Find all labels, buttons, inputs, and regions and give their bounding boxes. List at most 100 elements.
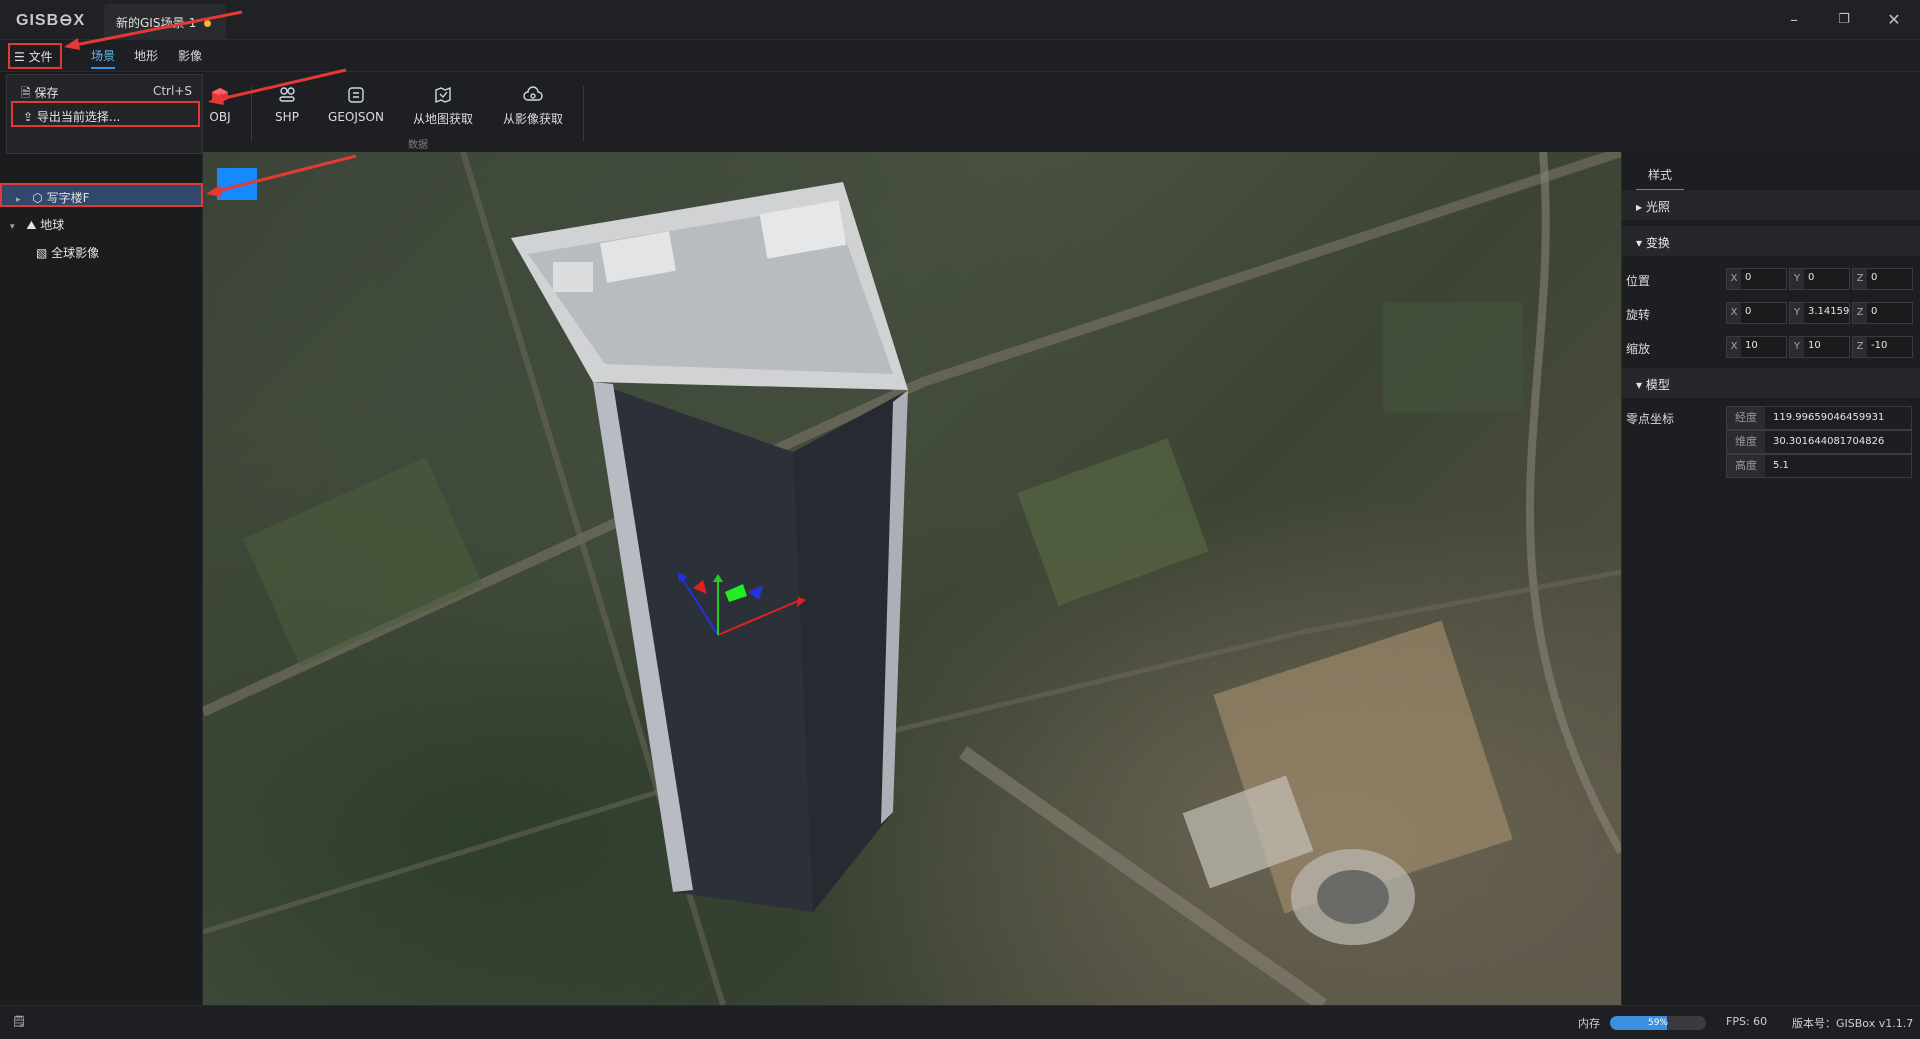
- origin-label: 零点坐标: [1626, 412, 1675, 426]
- scale-x-value: 10: [1745, 340, 1758, 351]
- imagery-icon: ▧: [36, 246, 48, 260]
- section-transform-label: 变换: [1645, 236, 1670, 250]
- document-tab-title: 新的GIS场景-1: [116, 16, 197, 30]
- position-z-value: 0: [1871, 272, 1878, 283]
- latitude-label: 维度: [1727, 431, 1765, 453]
- tab-style[interactable]: 样式: [1636, 158, 1685, 191]
- axis-x-label: X: [1727, 303, 1741, 323]
- status-bar: 🗒 内存 59% FPS: 60 版本号：GISBox v1.1.7: [0, 1005, 1920, 1039]
- image-fetch-label: 从影像获取: [502, 112, 563, 126]
- scale-y-field[interactable]: Y 10: [1789, 336, 1850, 358]
- scale-z-field[interactable]: Z -10: [1852, 336, 1913, 358]
- terrain-icon: ⛰: [26, 218, 37, 232]
- minimize-icon[interactable]: –: [1782, 8, 1806, 32]
- obj-button[interactable]: OBJ: [205, 86, 235, 124]
- 3d-viewport[interactable]: [203, 152, 1621, 1005]
- chevron-down-icon[interactable]: ▾: [10, 222, 15, 232]
- memory-label: 内存: [1578, 1017, 1600, 1030]
- tree-item-imagery[interactable]: ▧ 全球影像: [0, 240, 203, 264]
- memory-progress: 59%: [1610, 1016, 1706, 1030]
- shape-icon: [279, 87, 295, 102]
- unsaved-dot-icon: [204, 20, 212, 27]
- version-label: 版本号：GISBox v1.1.7: [1792, 1017, 1914, 1030]
- obj-label: OBJ: [209, 110, 231, 124]
- file-menu-label: 文件: [28, 50, 53, 64]
- rotation-label: 旋转: [1626, 308, 1651, 322]
- position-x-value: 0: [1745, 272, 1752, 283]
- tree-item-earth[interactable]: ▾ ⛰ 地球: [0, 212, 203, 236]
- document-tab[interactable]: 新的GIS场景-1: [104, 4, 226, 40]
- menu-item-save-label: 保存: [34, 86, 59, 100]
- image-fetch-button[interactable]: 从影像获取: [500, 86, 566, 127]
- axis-z-label: Z: [1853, 303, 1867, 323]
- restore-icon[interactable]: ❐: [1832, 8, 1856, 32]
- axis-y-label: Y: [1790, 269, 1804, 289]
- height-value: 5.1: [1773, 460, 1789, 471]
- export-icon: ⇪: [23, 110, 34, 124]
- section-model-header[interactable]: ▾ 模型: [1622, 368, 1920, 398]
- file-menu-button[interactable]: ☰ 文件: [8, 43, 62, 69]
- save-icon: 🗎: [21, 86, 31, 100]
- chevron-down-icon: ▾: [1636, 378, 1643, 392]
- tab-terrain[interactable]: 地形: [134, 47, 158, 64]
- chevron-down-icon: ▾: [1636, 236, 1643, 250]
- close-icon[interactable]: ✕: [1882, 8, 1906, 32]
- ribbon-divider: [583, 86, 584, 142]
- menu-item-export-selection[interactable]: ⇪ 导出当前选择...: [11, 101, 200, 127]
- chevron-right-icon[interactable]: ▸: [16, 195, 21, 205]
- cube-icon: [212, 88, 228, 103]
- position-y-value: 0: [1808, 272, 1815, 283]
- axis-x-label: X: [1727, 269, 1741, 289]
- app-logo: GISB⊖X: [16, 12, 86, 29]
- axis-z-label: Z: [1853, 337, 1867, 357]
- rotation-z-value: 0: [1871, 306, 1878, 317]
- rotation-y-field[interactable]: Y 3.14159: [1789, 302, 1850, 324]
- menu-bar: ☰ 文件 场景 地形 影像: [0, 40, 1920, 72]
- position-z-field[interactable]: Z0: [1852, 268, 1913, 290]
- section-lighting-label: 光照: [1645, 200, 1670, 214]
- longitude-field[interactable]: 经度 119.99659046459931: [1726, 406, 1912, 430]
- latitude-field[interactable]: 维度 30.301644081704826: [1726, 430, 1912, 454]
- shp-button[interactable]: SHP: [270, 86, 304, 124]
- tree-item-earth-label: 地球: [40, 218, 65, 232]
- height-field[interactable]: 高度 5.1: [1726, 454, 1912, 478]
- axis-x-label: X: [1727, 337, 1741, 357]
- position-x-field[interactable]: X0: [1726, 268, 1787, 290]
- chevron-right-icon: ▸: [1636, 200, 1643, 214]
- geojson-button[interactable]: GEOJSON: [325, 86, 387, 124]
- menu-item-export-label: 导出当前选择...: [36, 110, 121, 124]
- cube-outline-icon: ⬡: [32, 191, 43, 205]
- tab-imagery[interactable]: 影像: [178, 47, 202, 64]
- tab-scene[interactable]: 场景: [91, 47, 116, 69]
- file-dropdown-menu: 🗎 保存 Ctrl+S ⇪ 导出当前选择...: [6, 74, 203, 154]
- section-model-label: 模型: [1645, 378, 1670, 392]
- map-fetch-button[interactable]: 从地图获取: [410, 86, 476, 127]
- position-y-field[interactable]: Y0: [1789, 268, 1850, 290]
- rotation-x-value: 0: [1745, 306, 1752, 317]
- scene-tree-panel: [0, 152, 203, 1005]
- longitude-label: 经度: [1727, 407, 1765, 429]
- longitude-value: 119.99659046459931: [1773, 412, 1885, 423]
- scale-z-value: -10: [1871, 340, 1888, 351]
- rotation-x-field[interactable]: X0: [1726, 302, 1787, 324]
- map-fetch-label: 从地图获取: [412, 112, 473, 126]
- ribbon-group-label: 数据: [408, 140, 428, 151]
- section-transform-header[interactable]: ▾ 变换: [1622, 226, 1920, 256]
- save-shortcut: Ctrl+S: [152, 84, 192, 98]
- section-lighting-header[interactable]: ▸ 光照: [1622, 190, 1920, 220]
- properties-panel: 样式 ▸ 光照 ▾ 变换 位置 X0 Y0 Z0 旋转 X0 Y 3.14159 …: [1621, 152, 1920, 1005]
- axis-y-label: Y: [1790, 337, 1804, 357]
- height-label: 高度: [1727, 455, 1765, 477]
- ribbon-divider: [251, 86, 252, 142]
- tree-item-building[interactable]: ▸ ⬡ 写字楼F: [0, 183, 203, 207]
- rotation-z-field[interactable]: Z0: [1852, 302, 1913, 324]
- geojson-label: GEOJSON: [328, 110, 384, 124]
- geojson-icon: [348, 87, 364, 103]
- shp-label: SHP: [275, 110, 299, 124]
- notes-icon[interactable]: 🗒: [12, 1015, 26, 1028]
- hamburger-icon: ☰: [14, 50, 25, 64]
- fps-readout: FPS: 60: [1726, 1015, 1768, 1028]
- selection-marker: [217, 168, 257, 200]
- scale-x-field[interactable]: X 10: [1726, 336, 1787, 358]
- image-fetch-icon: [523, 86, 543, 101]
